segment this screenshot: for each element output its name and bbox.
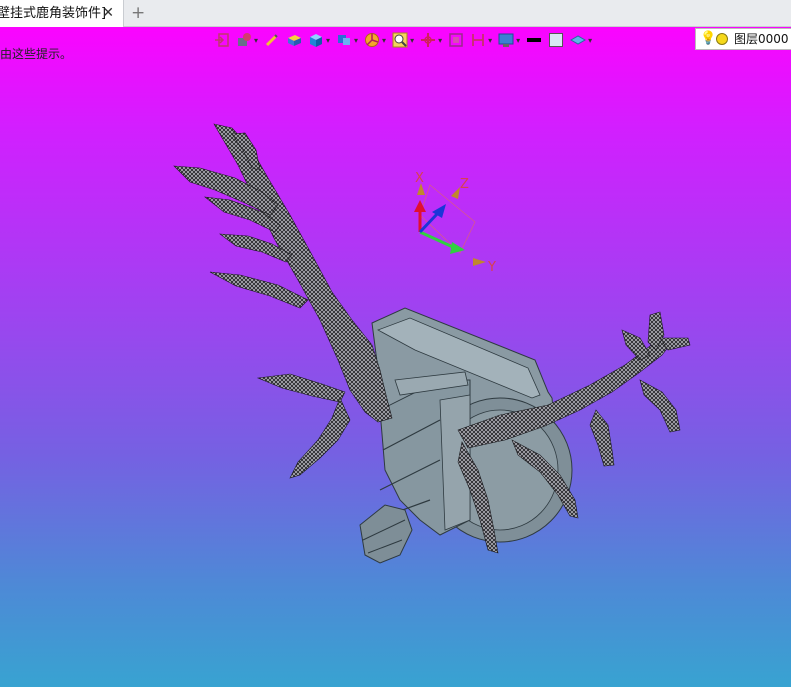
coordinate-triad: X Z Y	[414, 171, 496, 275]
document-tab[interactable]: 壁挂式鹿角装饰件] ✕	[0, 0, 124, 27]
left-antler	[173, 123, 393, 479]
triad-x-label: X	[415, 171, 424, 186]
document-tab-bar: 壁挂式鹿角装饰件] ✕ +	[0, 0, 791, 27]
3d-viewport[interactable]: 由这些提示。 ▾ ▾ ▾ ▾ ▾ ▾ ▾ ▾ ▾ 💡 图层0000 X Z Y	[0, 27, 791, 687]
model-canvas[interactable]: X Z Y	[0, 27, 791, 687]
close-tab-icon[interactable]: ✕	[102, 0, 114, 27]
document-tab-title: 壁挂式鹿角装饰件]	[0, 6, 107, 21]
new-tab-button[interactable]: +	[131, 0, 145, 27]
triad-y-label: Y	[487, 260, 496, 275]
triad-z-label: Z	[460, 177, 469, 192]
